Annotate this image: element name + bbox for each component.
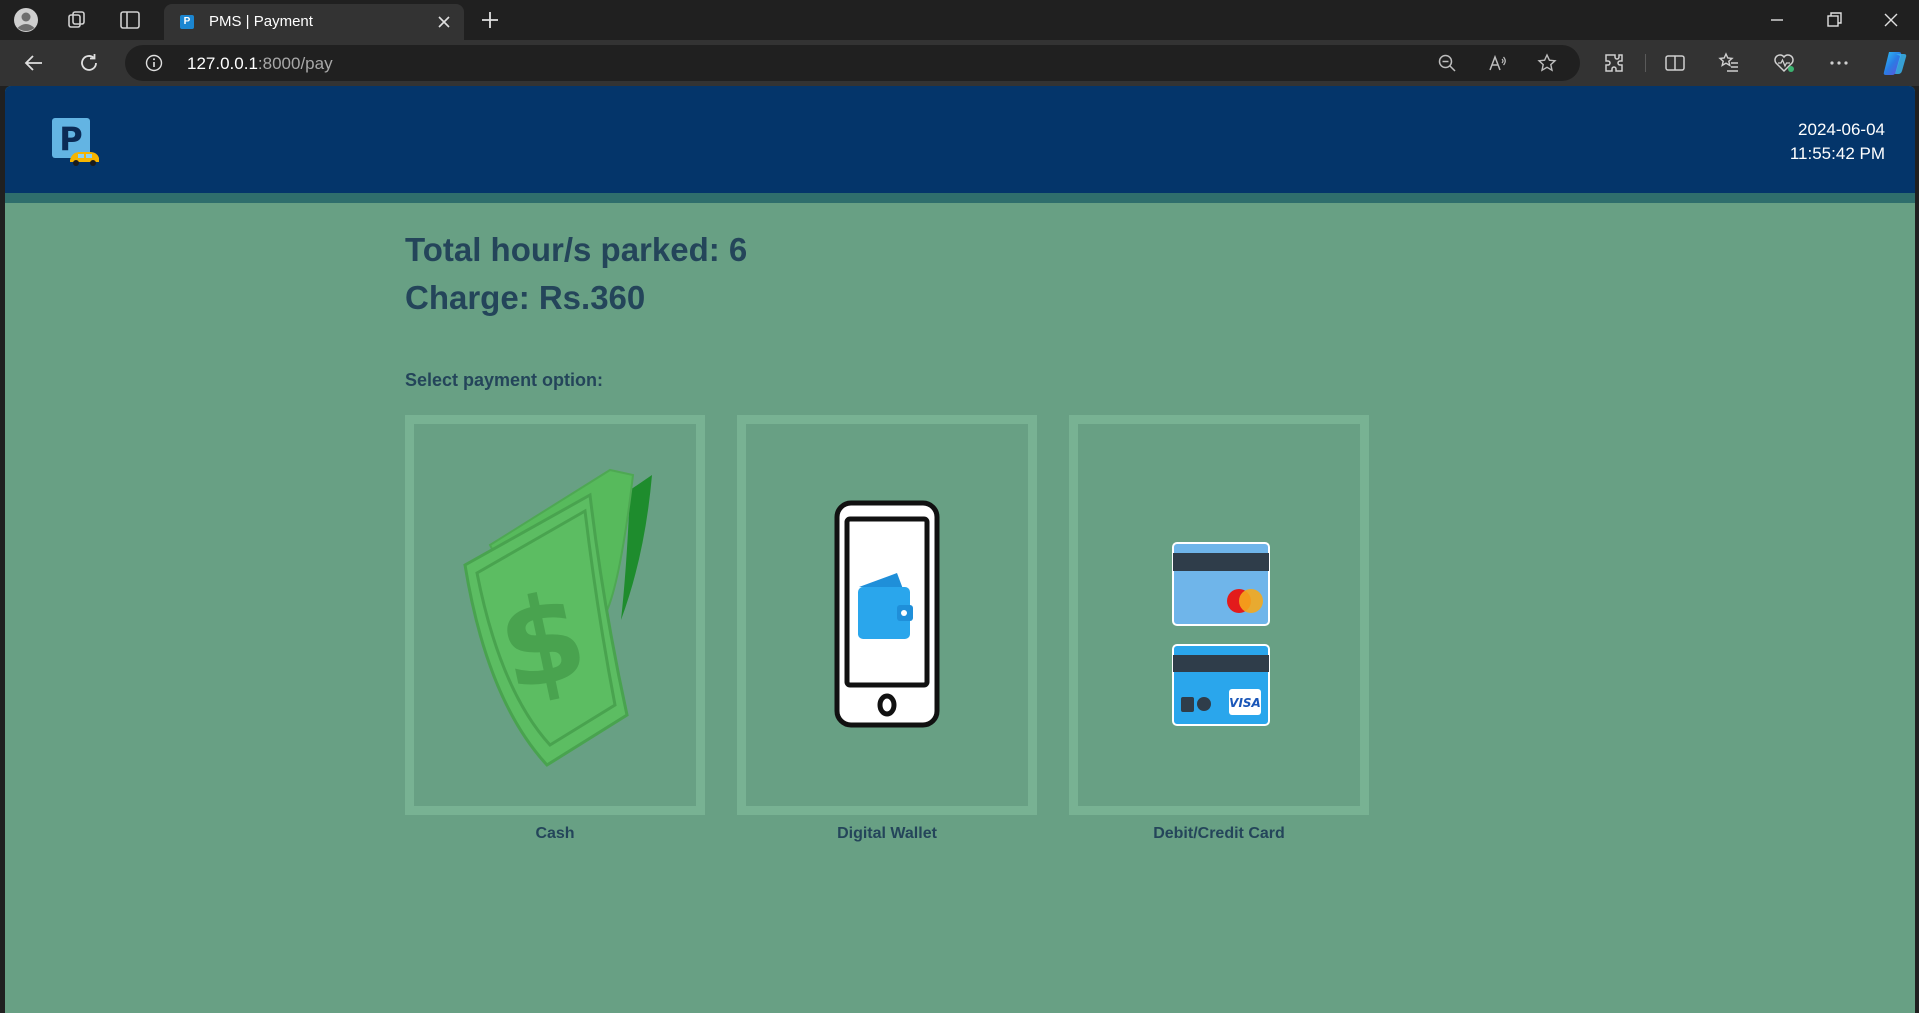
url-path: :8000/pay (257, 54, 333, 73)
card-label: Debit/Credit Card (1153, 825, 1285, 842)
toolbar-divider (1645, 54, 1646, 72)
payment-prompt: Select payment option: (405, 370, 604, 390)
digital-wallet-label: Digital Wallet (837, 825, 937, 842)
browser-titlebar: P PMS | Payment (0, 0, 1919, 40)
card-icon: VISA (1172, 542, 1270, 726)
extensions-icon[interactable] (1602, 51, 1626, 75)
zoom-out-icon[interactable] (1437, 53, 1457, 73)
parking-logo-icon[interactable]: P (50, 116, 102, 168)
tab-actions-icon[interactable] (118, 8, 142, 32)
copilot-icon[interactable] (1880, 48, 1910, 78)
header-date: 2024-06-04 (1798, 120, 1885, 139)
cash-option[interactable]: $ Cash (405, 415, 705, 842)
browser-essentials-icon[interactable] (1772, 51, 1796, 75)
tab-title: PMS | Payment (209, 13, 313, 30)
more-options-icon[interactable] (1827, 51, 1851, 75)
profile-icon[interactable] (14, 8, 38, 32)
cash-icon: $ (463, 468, 652, 767)
page-viewport: P 2024-06-04 11:55:42 PM Total hour/s pa… (5, 86, 1915, 1013)
charge-amount: Charge: Rs.360 (405, 279, 646, 316)
refresh-icon[interactable] (77, 51, 101, 75)
restore-icon[interactable] (1822, 8, 1846, 32)
header-stripe (5, 193, 1915, 203)
svg-text:VISA: VISA (1229, 696, 1261, 710)
digital-wallet-option[interactable]: Digital Wallet (737, 415, 1037, 842)
url-host: 127.0.0.1 (187, 54, 258, 73)
header-datetime: 2024-06-04 11:55:42 PM (1790, 118, 1885, 166)
hours-parked: Total hour/s parked: 6 (405, 231, 748, 268)
split-screen-icon[interactable] (1663, 51, 1687, 75)
workspaces-icon[interactable] (65, 8, 89, 32)
digital-wallet-icon (834, 500, 940, 728)
browser-toolbar: 127.0.0.1:8000/pay (0, 40, 1919, 86)
favorite-star-icon[interactable] (1537, 53, 1557, 73)
url-text: 127.0.0.1:8000/pay (187, 54, 333, 74)
card-option[interactable]: VISA Debit/Credit Card (1069, 415, 1369, 842)
site-info-icon[interactable] (145, 54, 163, 72)
favicon-icon: P (180, 15, 194, 29)
header-time: 11:55:42 PM (1789, 144, 1885, 163)
parking-summary: Total hour/s parked: 6 Charge: Rs.360 (405, 226, 747, 322)
new-tab-icon[interactable] (478, 8, 502, 32)
minimize-icon[interactable] (1765, 8, 1789, 32)
close-window-icon[interactable] (1879, 8, 1903, 32)
cash-label: Cash (535, 825, 575, 842)
favorites-icon[interactable] (1717, 51, 1741, 75)
site-header: P 2024-06-04 11:55:42 PM (5, 86, 1915, 193)
address-bar[interactable]: 127.0.0.1:8000/pay (125, 45, 1580, 81)
read-aloud-icon[interactable] (1487, 53, 1507, 73)
tab-pms-payment[interactable]: P PMS | Payment (164, 4, 464, 40)
back-icon[interactable] (22, 51, 46, 75)
close-tab-icon[interactable] (436, 14, 452, 30)
